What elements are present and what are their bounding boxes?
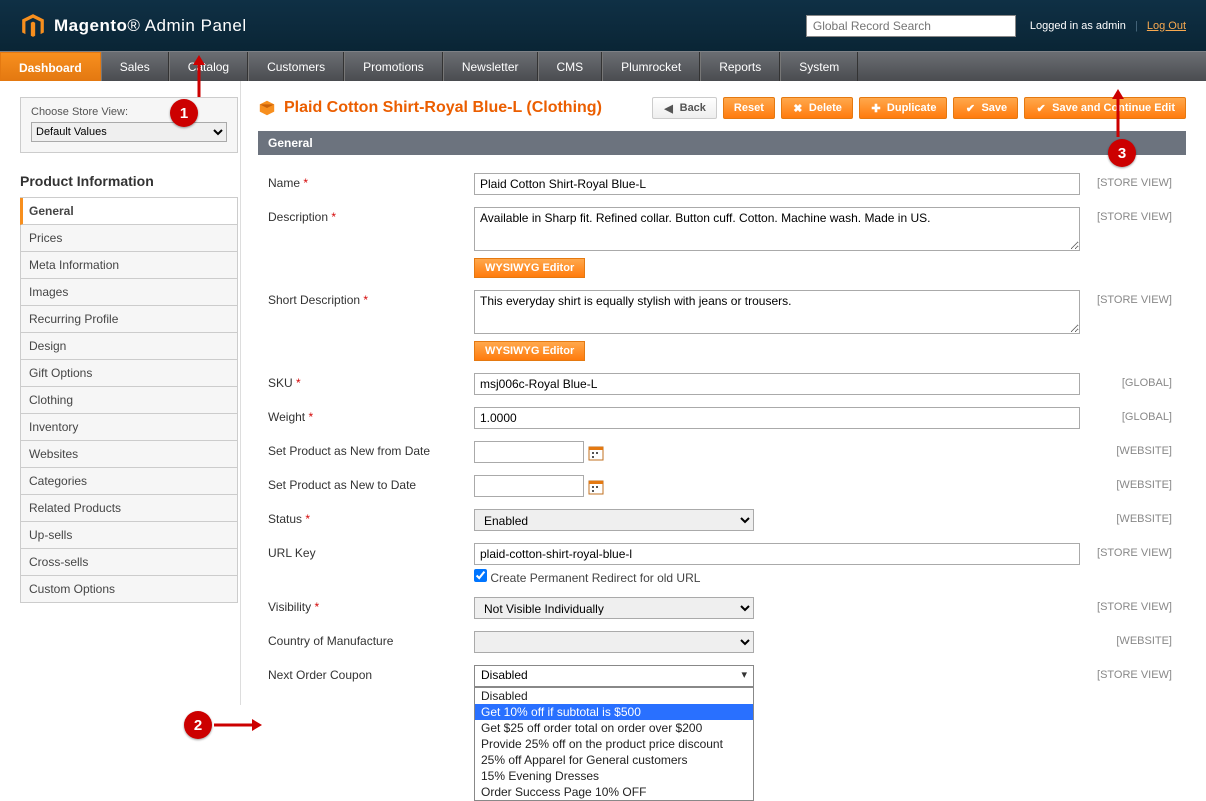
tab-meta-information[interactable]: Meta Information <box>20 252 238 279</box>
brand: Magento® Admin Panel <box>20 13 247 39</box>
nav-item-promotions[interactable]: Promotions <box>344 52 443 81</box>
tab-general[interactable]: General <box>20 198 238 225</box>
coupon-option[interactable]: Disabled <box>475 688 753 704</box>
sidebar-section-title: Product Information <box>20 171 238 191</box>
page-header: Plaid Cotton Shirt-Royal Blue-L (Clothin… <box>258 97 1186 119</box>
content: Plaid Cotton Shirt-Royal Blue-L (Clothin… <box>258 97 1186 705</box>
annotation-badge-2: 2 <box>184 711 212 739</box>
tab-custom-options[interactable]: Custom Options <box>20 576 238 603</box>
logout-link[interactable]: Log Out <box>1147 20 1186 32</box>
annotation-arrow <box>214 715 262 735</box>
coupon-option[interactable]: 15% Evening Dresses <box>475 768 753 784</box>
coupon-option[interactable]: Get $25 off order total on order over $2… <box>475 720 753 736</box>
product-icon <box>258 99 276 117</box>
nav-item-sales[interactable]: Sales <box>101 52 169 81</box>
panel-header: General <box>258 131 1186 155</box>
delete-icon: ✖ <box>792 102 804 114</box>
next-coupon-options: DisabledGet 10% off if subtotal is $500G… <box>474 687 754 801</box>
store-view-select[interactable]: Default Values <box>31 122 227 142</box>
coupon-option[interactable]: Order Success Page 10% OFF <box>475 784 753 800</box>
annotation-arrow <box>1108 89 1128 139</box>
name-field[interactable] <box>474 173 1080 195</box>
country-select[interactable] <box>474 631 754 653</box>
check-icon: ✔ <box>964 102 976 114</box>
tab-prices[interactable]: Prices <box>20 225 238 252</box>
page-title: Plaid Cotton Shirt-Royal Blue-L (Clothin… <box>284 99 602 117</box>
description-field[interactable]: Available in Sharp fit. Refined collar. … <box>474 207 1080 251</box>
tab-up-sells[interactable]: Up-sells <box>20 522 238 549</box>
coupon-option[interactable]: Provide 25% off on the product price dis… <box>475 736 753 752</box>
status-select[interactable]: Enabled <box>474 509 754 531</box>
tab-images[interactable]: Images <box>20 279 238 306</box>
nav-item-newsletter[interactable]: Newsletter <box>443 52 538 81</box>
calendar-icon[interactable] <box>588 445 604 461</box>
wysiwyg-button[interactable]: WYSIWYG Editor <box>474 341 585 361</box>
check-icon: ✔ <box>1035 102 1047 114</box>
tab-websites[interactable]: Websites <box>20 441 238 468</box>
tab-cross-sells[interactable]: Cross-sells <box>20 549 238 576</box>
magento-logo-icon <box>20 13 46 39</box>
nav-item-dashboard[interactable]: Dashboard <box>0 52 101 81</box>
annotation-badge-1: 1 <box>170 99 198 127</box>
sidebar: Choose Store View: Default Values Produc… <box>20 97 238 705</box>
delete-button[interactable]: ✖Delete <box>781 97 853 119</box>
product-tabs: GeneralPricesMeta InformationImagesRecur… <box>20 197 238 603</box>
weight-field[interactable] <box>474 407 1080 429</box>
page-actions: ◀Back Reset ✖Delete ✚Duplicate ✔Save ✔Sa… <box>652 97 1186 119</box>
store-view-switcher: Choose Store View: Default Values <box>20 97 238 153</box>
back-button[interactable]: ◀Back <box>652 97 717 119</box>
permanent-redirect-checkbox[interactable] <box>474 569 487 582</box>
duplicate-button[interactable]: ✚Duplicate <box>859 97 948 119</box>
url-key-field[interactable] <box>474 543 1080 565</box>
main-nav: DashboardSalesCatalogCustomersPromotions… <box>0 51 1206 81</box>
calendar-icon[interactable] <box>588 479 604 495</box>
wysiwyg-button[interactable]: WYSIWYG Editor <box>474 258 585 278</box>
visibility-select[interactable]: Not Visible Individually <box>474 597 754 619</box>
new-to-date-field[interactable] <box>474 475 584 497</box>
tab-recurring-profile[interactable]: Recurring Profile <box>20 306 238 333</box>
save-button[interactable]: ✔Save <box>953 97 1018 119</box>
brand-text: Magento® Admin Panel <box>54 16 247 36</box>
sku-field[interactable] <box>474 373 1080 395</box>
tab-related-products[interactable]: Related Products <box>20 495 238 522</box>
plus-icon: ✚ <box>870 102 882 114</box>
back-icon: ◀ <box>663 102 675 114</box>
reset-button[interactable]: Reset <box>723 97 775 119</box>
coupon-option[interactable]: 25% off Apparel for General customers <box>475 752 753 768</box>
header-login-status: Logged in as admin | Log Out <box>1030 20 1186 32</box>
nav-item-customers[interactable]: Customers <box>248 52 344 81</box>
tab-inventory[interactable]: Inventory <box>20 414 238 441</box>
next-coupon-select[interactable]: Disabled DisabledGet 10% off if subtotal… <box>474 665 1080 687</box>
coupon-option[interactable]: Get 10% off if subtotal is $500 <box>475 704 753 720</box>
nav-item-plumrocket[interactable]: Plumrocket <box>602 52 700 81</box>
tab-clothing[interactable]: Clothing <box>20 387 238 414</box>
annotation-arrow <box>184 55 214 99</box>
annotation-badge-3: 3 <box>1108 139 1136 167</box>
global-search-input[interactable] <box>806 15 1016 37</box>
nav-item-cms[interactable]: CMS <box>538 52 603 81</box>
nav-item-reports[interactable]: Reports <box>700 52 780 81</box>
admin-header: Magento® Admin Panel Logged in as admin … <box>0 0 1206 51</box>
new-from-date-field[interactable] <box>474 441 584 463</box>
save-continue-button[interactable]: ✔Save and Continue Edit <box>1024 97 1186 119</box>
short-description-field[interactable]: This everyday shirt is equally stylish w… <box>474 290 1080 334</box>
nav-item-system[interactable]: System <box>780 52 858 81</box>
tab-categories[interactable]: Categories <box>20 468 238 495</box>
tab-design[interactable]: Design <box>20 333 238 360</box>
panel-body: Name * [STORE VIEW] Description * Availa… <box>258 155 1186 705</box>
tab-gift-options[interactable]: Gift Options <box>20 360 238 387</box>
